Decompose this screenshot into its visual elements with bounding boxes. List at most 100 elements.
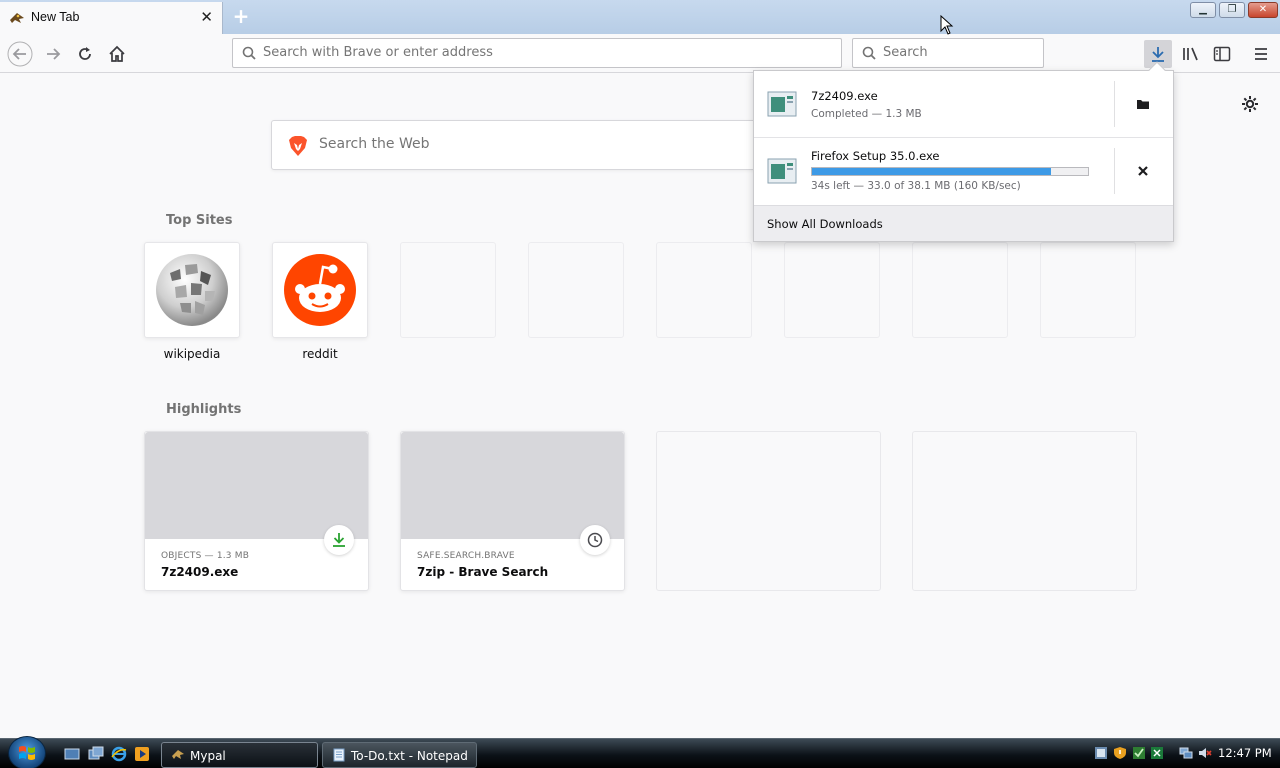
- downloads-panel: 7z2409.exe Completed — 1.3 MB Firefox Se…: [753, 61, 1174, 242]
- highlight-thumbnail: [401, 432, 624, 539]
- media-player-icon[interactable]: [134, 746, 150, 762]
- search-bar[interactable]: [852, 38, 1044, 68]
- search-icon: [242, 46, 256, 60]
- system-tray: 12:47 PM: [1090, 739, 1280, 768]
- brave-logo-icon: [289, 136, 307, 156]
- divider: [1114, 148, 1115, 194]
- forward-button[interactable]: [39, 40, 67, 68]
- url-input[interactable]: [263, 45, 823, 60]
- top-site-empty: [656, 242, 752, 338]
- highlight-name: 7z2409.exe: [161, 565, 239, 579]
- back-arrow-icon: [7, 41, 33, 67]
- restore-button[interactable]: ❐: [1219, 2, 1245, 18]
- library-button[interactable]: [1176, 40, 1204, 68]
- folder-icon: [1137, 100, 1149, 109]
- divider: [1114, 81, 1115, 127]
- sidebar-icon: [1213, 46, 1231, 62]
- download-item[interactable]: 7z2409.exe Completed — 1.3 MB: [754, 71, 1173, 137]
- tab-strip: New Tab ✕ + ▁ ❐ ✕: [0, 0, 1280, 34]
- url-bar[interactable]: [232, 38, 842, 68]
- top-site-label: reddit: [302, 347, 338, 361]
- settings-gear-icon[interactable]: [1240, 94, 1260, 114]
- home-button[interactable]: [103, 40, 131, 68]
- minimize-button[interactable]: ▁: [1190, 2, 1216, 18]
- reload-button[interactable]: [71, 40, 99, 68]
- top-site-label: wikipedia: [163, 347, 221, 361]
- download-icon: [333, 533, 345, 547]
- exe-file-icon: [767, 158, 797, 184]
- top-sites-title: Top Sites: [166, 213, 233, 228]
- download-arrow-icon: [1152, 47, 1164, 62]
- window-close-icon: ✕: [1258, 4, 1268, 15]
- exe-file-icon: [767, 91, 797, 117]
- web-search-input[interactable]: [319, 136, 769, 152]
- reload-icon: [79, 47, 91, 60]
- top-site-empty: [1040, 242, 1136, 338]
- download-progress-bar: [811, 167, 1089, 176]
- cancel-icon: [1138, 166, 1148, 176]
- cancel-download-button[interactable]: [1132, 160, 1154, 182]
- minimize-icon: ▁: [1199, 4, 1207, 15]
- download-badge: [324, 525, 354, 555]
- open-folder-button[interactable]: [1132, 93, 1154, 115]
- tab-new-tab[interactable]: New Tab ✕: [0, 2, 223, 34]
- highlight-context: OBJECTS — 1.3 MB: [161, 551, 250, 561]
- show-desktop-icon[interactable]: [64, 746, 80, 762]
- download-filename: 7z2409.exe: [811, 89, 878, 103]
- switch-windows-icon[interactable]: [88, 746, 104, 762]
- close-icon[interactable]: ✕: [200, 9, 213, 25]
- top-site-empty: [912, 242, 1008, 338]
- clock[interactable]: 12:47 PM: [1218, 746, 1272, 760]
- taskbar: Mypal To-Do.txt - Notepad 12:47 PM: [0, 736, 1280, 768]
- network-icon[interactable]: [1179, 746, 1193, 760]
- show-all-downloads-label: Show All Downloads: [767, 217, 883, 231]
- top-site-empty: [528, 242, 624, 338]
- taskbar-button-label: Mypal: [190, 749, 226, 763]
- wikipedia-globe-icon: [156, 254, 228, 326]
- history-badge: [580, 525, 610, 555]
- mypal-favicon-icon: [10, 13, 24, 23]
- library-icon: [1183, 47, 1198, 61]
- highlight-name: 7zip - Brave Search: [417, 565, 549, 579]
- start-button[interactable]: [8, 736, 46, 768]
- taskbar-button-label: To-Do.txt - Notepad: [351, 749, 468, 763]
- web-search-box[interactable]: [271, 120, 791, 170]
- taskbar-button-notepad[interactable]: To-Do.txt - Notepad: [322, 742, 477, 768]
- top-site-wikipedia[interactable]: [144, 242, 240, 338]
- download-status: Completed — 1.3 MB: [811, 108, 922, 120]
- highlight-empty: [912, 431, 1137, 591]
- top-site-empty: [784, 242, 880, 338]
- hamburger-menu-icon: [1255, 48, 1267, 60]
- window-close-button[interactable]: ✕: [1248, 2, 1278, 18]
- security-shield-icon[interactable]: [1113, 746, 1127, 760]
- download-filename: Firefox Setup 35.0.exe: [811, 149, 940, 163]
- download-status: 34s left — 33.0 of 38.1 MB (160 KB/sec): [811, 180, 1021, 192]
- mouse-cursor-icon: [940, 15, 954, 35]
- show-all-downloads-button[interactable]: Show All Downloads: [754, 205, 1173, 241]
- internet-explorer-icon[interactable]: [111, 746, 127, 762]
- nav-toolbar: [0, 34, 1280, 73]
- search-input[interactable]: [883, 45, 1033, 60]
- forward-arrow-icon: [47, 48, 61, 60]
- highlight-card[interactable]: SAFE.SEARCH.BRAVE 7zip - Brave Search: [400, 431, 625, 591]
- windows-logo-icon: [19, 746, 35, 760]
- new-tab-button[interactable]: +: [229, 4, 253, 28]
- top-site-reddit[interactable]: [272, 242, 368, 338]
- highlight-context: SAFE.SEARCH.BRAVE: [417, 551, 515, 561]
- tray-app-icon[interactable]: [1094, 746, 1108, 760]
- back-button[interactable]: [6, 40, 34, 68]
- taskbar-button-mypal[interactable]: Mypal: [161, 742, 318, 768]
- tray-app-icon-2[interactable]: [1150, 746, 1164, 760]
- highlight-thumbnail: [145, 432, 368, 539]
- notepad-app-icon: [333, 748, 345, 762]
- restore-icon: ❐: [1227, 4, 1237, 15]
- highlight-card[interactable]: OBJECTS — 1.3 MB 7z2409.exe: [144, 431, 369, 591]
- sidebar-button[interactable]: [1208, 40, 1236, 68]
- menu-button[interactable]: [1247, 40, 1275, 68]
- volume-muted-icon[interactable]: [1198, 746, 1212, 760]
- reddit-icon: [284, 254, 356, 326]
- home-icon: [109, 45, 125, 62]
- top-site-empty: [400, 242, 496, 338]
- tab-title: New Tab: [31, 10, 80, 24]
- tray-check-icon[interactable]: [1132, 746, 1146, 760]
